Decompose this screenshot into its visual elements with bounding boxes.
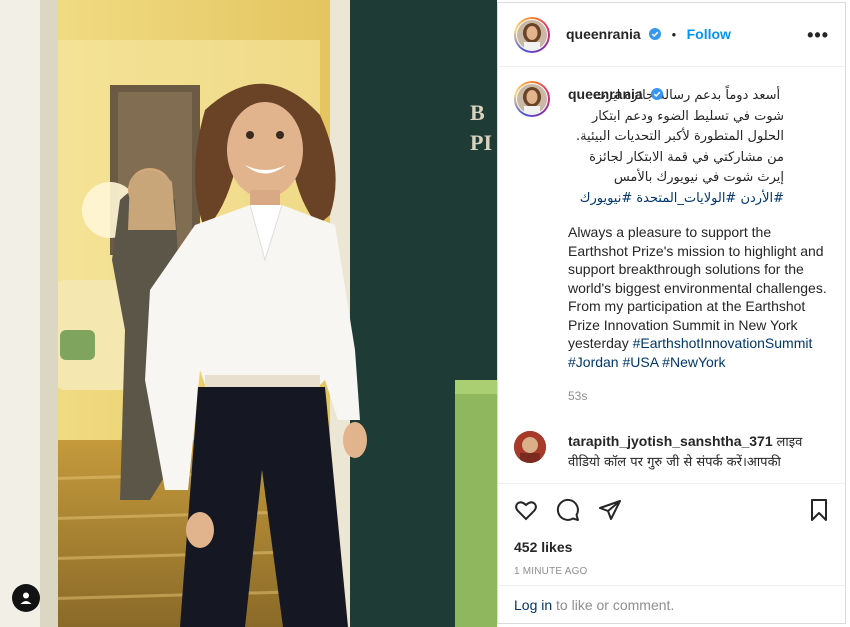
author-avatar-image bbox=[517, 20, 547, 50]
verified-badge-icon bbox=[649, 28, 662, 40]
commenter-username[interactable]: tarapith_jyotish_sanshtha_371 bbox=[568, 433, 773, 449]
svg-text:PI: PI bbox=[470, 130, 492, 155]
verified-badge-icon bbox=[650, 88, 663, 100]
caption-arabic-hashtags[interactable]: #الأردن #الولايات_المتحدة #نيويورك bbox=[580, 191, 784, 206]
author-avatar[interactable] bbox=[514, 17, 550, 53]
caption-username[interactable]: queenrania bbox=[568, 86, 643, 102]
commenter-avatar-image bbox=[514, 431, 546, 463]
caption-scroll-area[interactable]: queenrania أسعد دوماً بدعم رسالة جائزة ا… bbox=[498, 67, 845, 483]
post-actions: 452 likes 1 MINUTE AGO Log in to like or… bbox=[498, 483, 845, 625]
caption-avatar-image bbox=[517, 84, 547, 114]
caption-english-text: Always a pleasure to support the Earthsh… bbox=[568, 224, 827, 351]
caption-timestamp[interactable]: 53s bbox=[568, 387, 828, 406]
caption-english-block: Always a pleasure to support the Earthsh… bbox=[568, 223, 828, 371]
header-user-row: queenrania • Follow bbox=[566, 26, 731, 44]
login-prompt-text: to like or comment. bbox=[556, 597, 675, 613]
comment-text: tarapith_jyotish_sanshtha_371 लाइव वीडिय… bbox=[568, 432, 828, 472]
commenter-avatar[interactable] bbox=[514, 431, 546, 463]
login-prompt: Log in to like or comment. bbox=[498, 585, 845, 625]
paper-plane-icon[interactable] bbox=[598, 498, 622, 522]
caption-username-row: queenrania bbox=[568, 85, 663, 104]
bookmark-icon[interactable] bbox=[807, 498, 831, 522]
likes-count[interactable]: 452 likes bbox=[514, 539, 572, 555]
svg-text:B: B bbox=[470, 100, 485, 125]
tagged-user-button[interactable] bbox=[12, 584, 40, 612]
post-photo[interactable]: B PI bbox=[0, 0, 497, 627]
caption-author-avatar[interactable] bbox=[514, 81, 550, 117]
separator-dot: • bbox=[671, 27, 677, 42]
post-time-ago[interactable]: 1 MINUTE AGO bbox=[514, 566, 588, 577]
post-header: queenrania • Follow ••• bbox=[498, 3, 845, 67]
user-tag-icon bbox=[20, 592, 32, 604]
login-link[interactable]: Log in bbox=[514, 597, 552, 613]
more-options-button[interactable]: ••• bbox=[807, 25, 829, 46]
follow-button[interactable]: Follow bbox=[687, 26, 731, 42]
post-photo-illustration: B PI bbox=[0, 0, 497, 627]
caption-text: queenrania أسعد دوماً بدعم رسالة جائزة ا… bbox=[568, 85, 828, 406]
instagram-post-window: B PI queenrania • Follow ••• queenrania … bbox=[0, 0, 850, 627]
comment-icon[interactable] bbox=[556, 498, 580, 522]
post-side-panel: queenrania • Follow ••• queenrania أسعد … bbox=[497, 2, 846, 624]
header-username[interactable]: queenrania bbox=[566, 26, 641, 42]
heart-icon[interactable] bbox=[514, 498, 538, 522]
